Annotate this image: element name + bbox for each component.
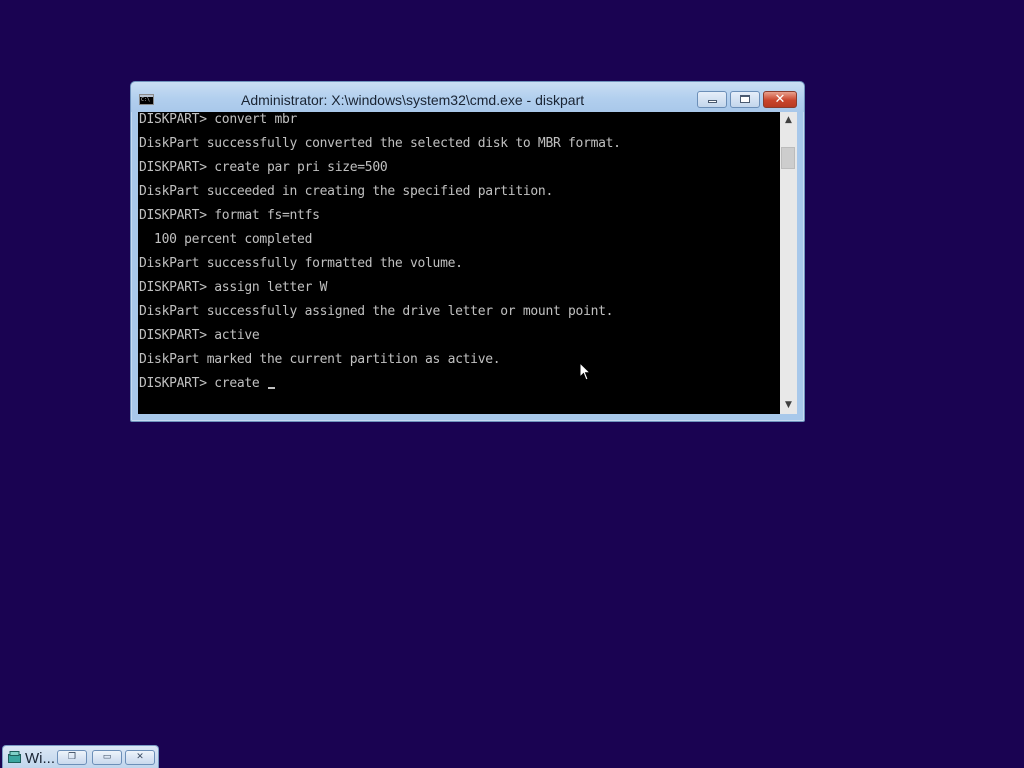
minimize-icon — [708, 100, 717, 103]
maximize-button[interactable]: ▭ — [92, 750, 122, 765]
console-line: DISKPART> convert mbr — [139, 112, 298, 127]
maximize-button[interactable] — [730, 91, 760, 108]
minimized-window-label: Wi... — [25, 750, 55, 767]
console-line: DiskPart successfully assigned the drive… — [139, 304, 614, 319]
console-line: DISKPART> create par pri size=500 — [139, 160, 388, 175]
console-line: DiskPart succeeded in creating the speci… — [139, 184, 553, 199]
scroll-down-button[interactable]: ▼ — [780, 397, 797, 414]
maximize-icon: ▭ — [102, 752, 112, 762]
cmd-window[interactable]: Administrator: X:\windows\system32\cmd.e… — [130, 81, 805, 422]
console-line: DISKPART> active — [139, 328, 260, 343]
chevron-down-icon: ▼ — [785, 400, 792, 410]
restore-button[interactable]: ❐ — [57, 750, 87, 765]
console-output[interactable]: DISKPART> convert mbr DiskPart successfu… — [138, 112, 780, 414]
text-cursor — [267, 387, 275, 389]
close-button[interactable]: ✕ — [125, 750, 155, 765]
restore-icon: ❐ — [67, 752, 77, 762]
close-button[interactable]: ✕ — [763, 91, 797, 108]
console-line: DiskPart successfully converted the sele… — [139, 136, 621, 151]
command-prompt-line[interactable]: DISKPART> create — [139, 376, 275, 392]
desktop: Administrator: X:\windows\system32\cmd.e… — [0, 0, 1024, 768]
scroll-up-button[interactable]: ▲ — [780, 112, 797, 129]
console-line: DISKPART> format fs=ntfs — [139, 208, 320, 223]
close-icon: ✕ — [136, 752, 144, 762]
current-command: DISKPART> create — [139, 376, 267, 391]
minimized-window[interactable]: Wi... ❐ ▭ ✕ — [2, 745, 159, 768]
scroll-thumb[interactable] — [781, 147, 795, 169]
mouse-pointer-icon — [579, 362, 591, 381]
vertical-scrollbar[interactable]: ▲ ▼ — [780, 112, 797, 414]
title-bar[interactable]: Administrator: X:\windows\system32\cmd.e… — [131, 82, 804, 112]
console-line: DiskPart marked the current partition as… — [139, 352, 501, 367]
window-title: Administrator: X:\windows\system32\cmd.e… — [241, 92, 585, 108]
console-line: DiskPart successfully formatted the volu… — [139, 256, 463, 271]
console-line: DISKPART> assign letter W — [139, 280, 328, 295]
chevron-up-icon: ▲ — [785, 115, 792, 125]
setup-icon — [8, 751, 21, 763]
console-line: 100 percent completed — [139, 232, 313, 247]
minimize-button[interactable] — [697, 91, 727, 108]
maximize-icon — [740, 95, 750, 103]
close-icon: ✕ — [774, 92, 786, 107]
cmd-icon[interactable] — [139, 94, 154, 105]
